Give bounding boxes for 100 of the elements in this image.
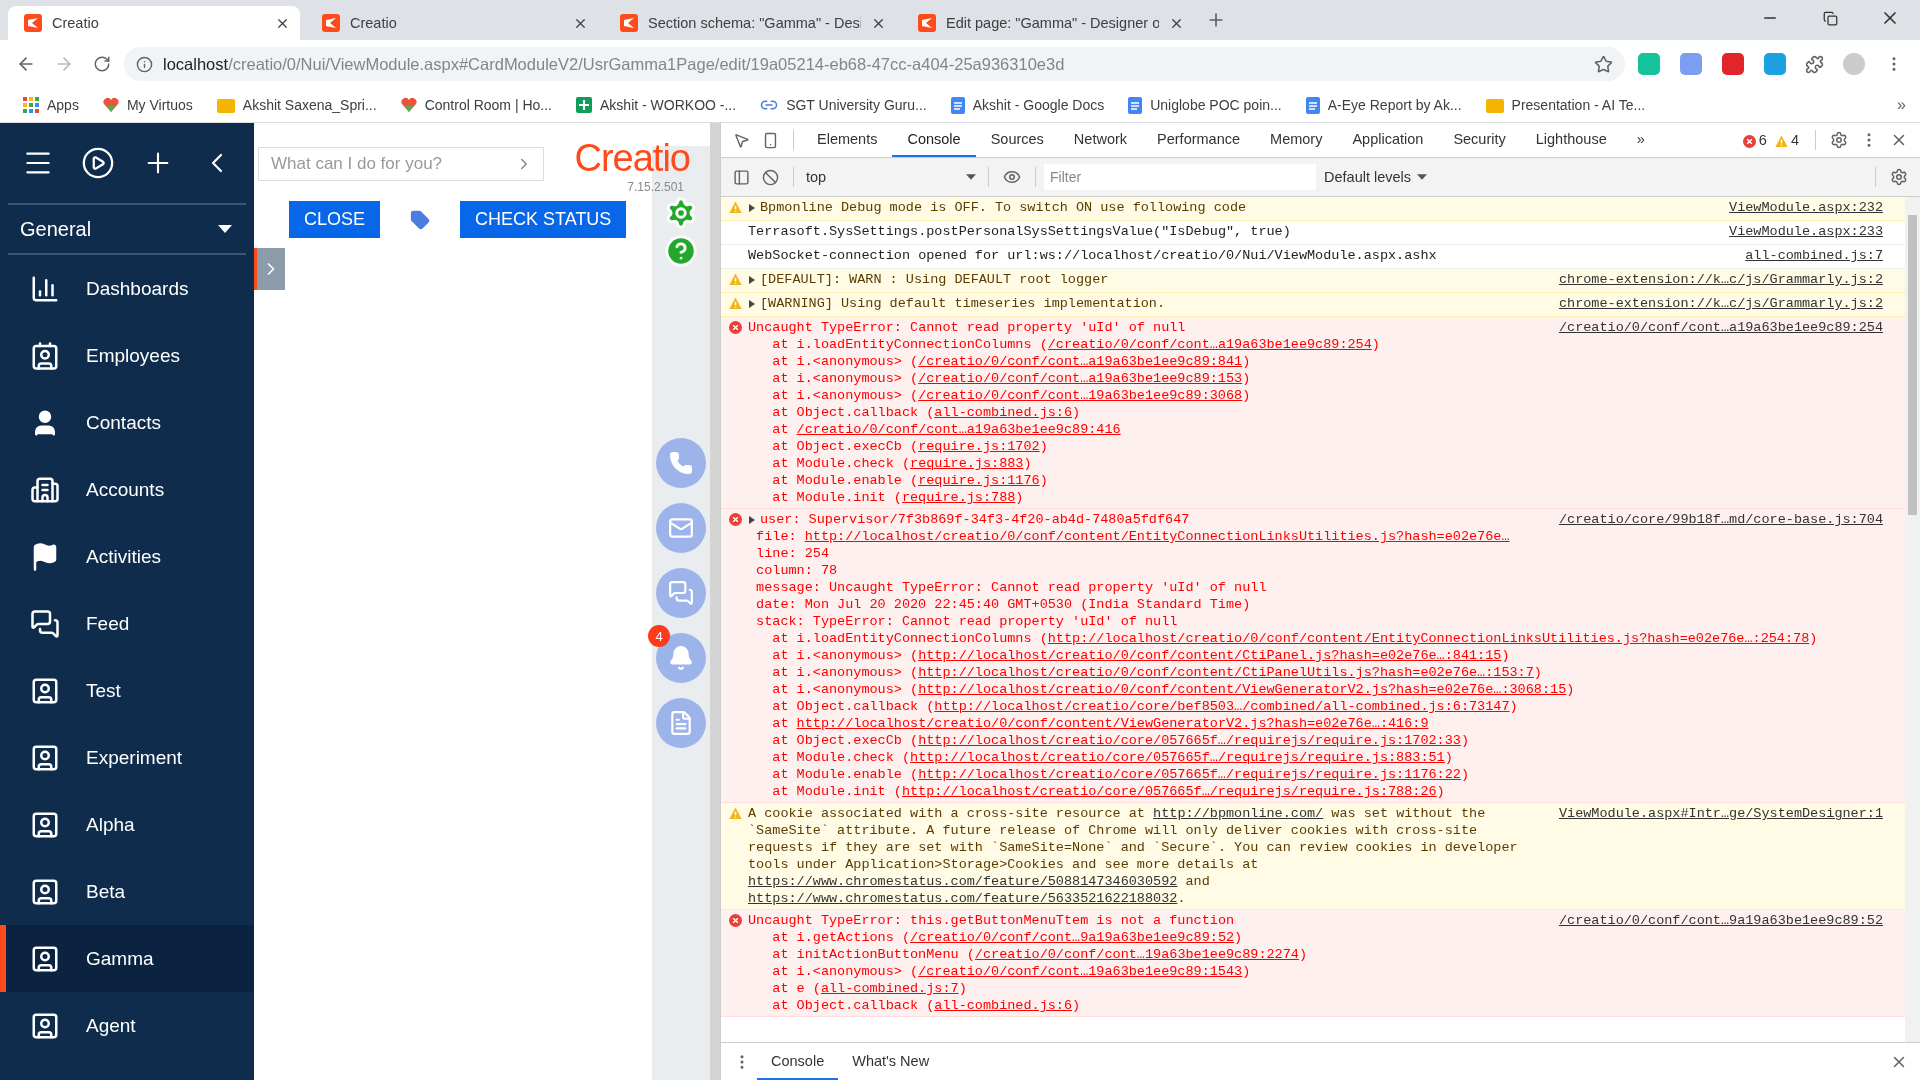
- browser-tab[interactable]: Edit page: "Gamma" - Designer o: [902, 6, 1194, 40]
- scrollbar-thumb[interactable]: [1908, 215, 1917, 515]
- sidebar-item[interactable]: Accounts: [0, 456, 254, 523]
- devtools-tab[interactable]: Sources: [975, 123, 1059, 157]
- drawer-tab[interactable]: What's New: [838, 1043, 944, 1080]
- source-link[interactable]: all-combined.js:7: [1745, 247, 1883, 264]
- info-icon[interactable]: [136, 55, 153, 73]
- message-link[interactable]: https://www.chromestatus.com/feature/5633521622188032: [748, 891, 1178, 906]
- bookmark[interactable]: Presentation - AI Te...: [1476, 97, 1655, 113]
- address-bar[interactable]: localhost/creatio/0/Nui/ViewModule.aspx#CardModuleV2/UsrGamma1Page/edit/19a05214-eb68-47cc-a404-25a936310e3d: [124, 47, 1625, 81]
- sidebar-item[interactable]: Agent: [0, 992, 254, 1059]
- source-link[interactable]: require.js:1176: [918, 473, 1040, 488]
- source-link[interactable]: http://localhost/creatio/0/conf/content/CtiPanelUtils.js?hash=e02e76e…:153:7: [918, 665, 1534, 680]
- source-link[interactable]: http://localhost/creatio/0/conf/content/ViewGeneratorV2.js?hash=e02e76e…:416:9: [796, 716, 1429, 731]
- devtools-tab[interactable]: Application: [1337, 123, 1439, 157]
- source-link[interactable]: all-combined.js:6: [934, 405, 1073, 420]
- devtools-tab[interactable]: Performance: [1142, 123, 1256, 157]
- extensions-icon[interactable]: [1805, 54, 1824, 74]
- source-link[interactable]: /creatio/core/99b18f…md/core-base.js:704: [1558, 511, 1883, 528]
- sidebar-item[interactable]: Alpha: [0, 791, 254, 858]
- sidebar-item[interactable]: Employees: [0, 322, 254, 389]
- more-bookmarks[interactable]: »: [1897, 96, 1906, 114]
- play-icon[interactable]: [80, 146, 115, 180]
- extension-icon[interactable]: [1680, 53, 1702, 75]
- source-link[interactable]: http://localhost/creatio/0/conf/content/EntityConnectionLinksUtilities.js?hash=e02e76e…: [804, 529, 1510, 544]
- help-icon[interactable]: [664, 234, 698, 268]
- bookmark[interactable]: Akshit - Google Docs: [941, 96, 1114, 114]
- source-link[interactable]: http://localhost/creatio/core/057665f…/requirejs/require.js:788:26: [901, 784, 1437, 799]
- source-link[interactable]: all-combined.js:6: [934, 998, 1073, 1013]
- drawer-tab[interactable]: Console: [757, 1043, 839, 1080]
- settings-icon[interactable]: [1830, 131, 1848, 149]
- source-link[interactable]: /creatio/0/conf/cont…19a63be1ee9c89:1543: [918, 964, 1243, 979]
- sidebar-item[interactable]: Feed: [0, 590, 254, 657]
- inspect-icon[interactable]: [733, 131, 750, 149]
- more-tabs[interactable]: »: [1621, 123, 1660, 157]
- browser-tab[interactable]: Creatio: [306, 6, 598, 40]
- bookmark[interactable]: A-Eye Report by Ak...: [1296, 96, 1471, 114]
- source-link[interactable]: /creatio/0/conf/cont…19a63be1ee9c89:2274: [974, 947, 1299, 962]
- browser-tab[interactable]: Creatio: [8, 6, 300, 40]
- levels-dropdown[interactable]: Default levels: [1324, 169, 1428, 185]
- devtools-tab[interactable]: Lighthouse: [1520, 123, 1622, 157]
- expand-triangle-icon[interactable]: [748, 203, 756, 212]
- settings-icon[interactable]: [664, 196, 698, 230]
- source-link[interactable]: /creatio/0/conf/cont…a19a63be1ee9c89:254: [1558, 319, 1883, 336]
- bookmark[interactable]: Akshit Saxena_Spri...: [207, 97, 386, 113]
- sidebar-icon[interactable]: [733, 168, 750, 186]
- source-link[interactable]: require.js:1702: [918, 439, 1040, 454]
- scrollbar[interactable]: [710, 123, 720, 1080]
- source-link[interactable]: require.js:788: [901, 490, 1016, 505]
- source-link[interactable]: /creatio/0/conf/cont…a19a63be1ee9c89:254: [1047, 337, 1372, 352]
- bookmark[interactable]: SGT University Guru...: [751, 96, 936, 114]
- expand-triangle-icon[interactable]: [748, 275, 756, 284]
- sidebar-item[interactable]: Activities: [0, 523, 254, 590]
- bookmark[interactable]: My Virtuos: [93, 97, 202, 113]
- sidebar-item[interactable]: Test: [0, 657, 254, 724]
- source-link[interactable]: ViewModule.aspx#Intr…ge/SystemDesigner:1: [1558, 805, 1883, 907]
- source-link[interactable]: http://localhost/creatio/0/conf/content/CtiPanel.js?hash=e02e76e…:841:15: [918, 648, 1502, 663]
- source-link[interactable]: ViewModule.aspx:233: [1729, 223, 1883, 240]
- devtools-tab[interactable]: Memory: [1255, 123, 1338, 157]
- sidebar-item[interactable]: Beta: [0, 858, 254, 925]
- expand-triangle-icon[interactable]: [748, 515, 756, 524]
- sidebar-item[interactable]: Experiment: [0, 724, 254, 791]
- source-link[interactable]: http://localhost/creatio/core/057665f…/requirejs/require.js:1702:33: [918, 733, 1461, 748]
- extension-icon[interactable]: [1764, 53, 1786, 75]
- message-link[interactable]: https://www.chromestatus.com/feature/5088147346030592: [748, 874, 1178, 889]
- notifications-button[interactable]: [656, 633, 706, 683]
- source-link[interactable]: all-combined.js:7: [820, 981, 959, 996]
- source-link[interactable]: http://localhost/creatio/0/conf/content/EntityConnectionLinksUtilities.js?hash=e02e76e…:254:78: [1047, 631, 1810, 646]
- context-select[interactable]: top: [802, 169, 980, 185]
- check-status-button[interactable]: CHECK STATUS: [460, 201, 627, 238]
- source-link[interactable]: /creatio/0/conf/cont…a19a63be1ee9c89:153: [918, 371, 1243, 386]
- source-link[interactable]: ViewModule.aspx:232: [1729, 199, 1883, 216]
- close-button[interactable]: CLOSE: [289, 201, 381, 238]
- settings-icon[interactable]: [1890, 168, 1908, 186]
- eye-icon[interactable]: [1003, 168, 1021, 186]
- tag-icon[interactable]: [410, 209, 431, 230]
- source-link[interactable]: http://localhost/creatio/0/conf/content/ViewGeneratorV2.js?hash=e02e76e…:3068:15: [918, 682, 1567, 697]
- section-dropdown[interactable]: General: [8, 205, 246, 255]
- message-link[interactable]: http://bpmonline.com/: [1153, 806, 1324, 821]
- reload-icon[interactable]: [93, 55, 111, 73]
- sidebar-item[interactable]: Gamma: [0, 925, 254, 992]
- source-link[interactable]: http://localhost/creatio/core/bef8503…/combined/all-combined.js:6:73147: [934, 699, 1510, 714]
- source-link[interactable]: /creatio/0/conf/cont…19a63be1ee9c89:3068: [918, 388, 1243, 403]
- device-icon[interactable]: [762, 131, 779, 149]
- source-link[interactable]: /creatio/0/conf/cont…9a19a63be1ee9c89:52: [1558, 912, 1883, 929]
- star-icon[interactable]: [1594, 54, 1613, 74]
- bookmark[interactable]: Control Room | Ho...: [391, 97, 561, 113]
- bookmark[interactable]: Uniglobe POC poin...: [1119, 96, 1291, 114]
- bookmark[interactable]: Akshit - WORKOO -...: [567, 97, 746, 113]
- restore-icon[interactable]: [1822, 10, 1838, 26]
- bookmark[interactable]: Apps: [14, 97, 88, 113]
- source-link[interactable]: chrome-extension://k…c/js/Grammarly.js:2: [1558, 295, 1883, 312]
- sidebar-item[interactable]: Dashboards: [0, 255, 254, 322]
- devtools-tab[interactable]: Elements: [802, 123, 893, 157]
- filter-field[interactable]: Filter: [1044, 164, 1316, 190]
- source-link[interactable]: require.js:883: [910, 456, 1024, 471]
- sidebar-item[interactable]: Contacts: [0, 389, 254, 456]
- source-link[interactable]: /creatio/0/conf/cont…a19a63be1ee9c89:416: [796, 422, 1121, 437]
- devtools-tab[interactable]: Security: [1438, 123, 1521, 157]
- source-link[interactable]: /creatio/0/conf/cont…9a19a63be1ee9c89:52: [910, 930, 1235, 945]
